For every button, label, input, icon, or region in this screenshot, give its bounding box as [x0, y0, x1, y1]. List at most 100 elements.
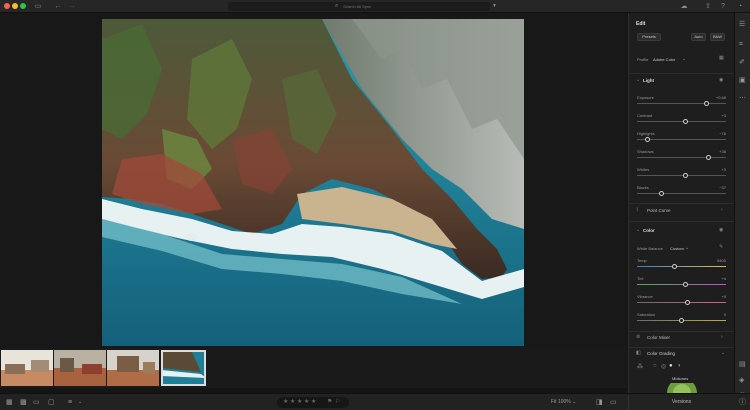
slider-knob[interactable] — [683, 172, 689, 178]
single-view-icon[interactable]: ▢ — [48, 398, 55, 407]
minimize-window-button[interactable] — [12, 3, 18, 9]
slider-track[interactable] — [637, 266, 726, 267]
color-mixer-section[interactable]: Color Mixer — [647, 335, 670, 340]
filter-dropdown-icon[interactable]: ▼ — [492, 2, 497, 11]
section-eye-icon[interactable]: ◉ — [719, 227, 723, 233]
slider-value[interactable]: +38 — [699, 149, 726, 154]
chevron-down-icon[interactable]: ⌄ — [685, 245, 689, 251]
chevron-down-icon[interactable]: ⌄ — [78, 398, 82, 407]
three-way-icon[interactable]: ⁂ — [637, 363, 643, 370]
slider-value[interactable]: +3 — [699, 113, 726, 118]
slider-value[interactable]: 0 — [699, 312, 726, 317]
star-icon[interactable]: ★ — [311, 397, 316, 408]
slider-track[interactable] — [637, 121, 726, 122]
photo-grid-icon[interactable]: ▦ — [6, 398, 13, 407]
color-wheel[interactable] — [667, 383, 697, 393]
slider-knob[interactable] — [685, 299, 691, 305]
auto-button[interactable]: Auto — [691, 33, 706, 41]
star-icon[interactable]: ★ — [304, 397, 309, 408]
slider-knob[interactable] — [683, 118, 689, 124]
profile-dropdown[interactable]: Adobe Color — [653, 57, 675, 62]
healing-brush-icon[interactable]: ✐ — [739, 59, 745, 67]
slider-knob[interactable] — [683, 281, 689, 287]
chevron-down-icon[interactable]: ⌄ — [636, 227, 640, 233]
search-bar[interactable]: ⌕ ▼ — [228, 2, 497, 11]
star-icon[interactable]: ★ — [283, 397, 288, 408]
slider-knob[interactable] — [703, 100, 709, 106]
square-grid-icon[interactable]: ▩ — [20, 398, 27, 407]
section-eye-icon[interactable]: ◉ — [719, 77, 723, 83]
slider-track[interactable] — [637, 302, 726, 303]
slider-track[interactable] — [637, 193, 726, 194]
slider-track[interactable] — [637, 103, 726, 104]
detail-view-icon[interactable]: ▭ — [33, 398, 40, 407]
slider-knob[interactable] — [671, 263, 677, 269]
back-arrow-icon[interactable]: ← — [54, 2, 62, 11]
star-icon[interactable]: ★ — [290, 397, 295, 408]
color-grading-section[interactable]: Color Grading — [647, 351, 675, 356]
white-balance-dropdown[interactable]: Custom — [670, 246, 684, 251]
slider-track[interactable] — [637, 157, 726, 158]
main-photo[interactable] — [102, 19, 524, 346]
close-window-button[interactable] — [4, 3, 10, 9]
notifications-icon[interactable]: ◔ — [736, 2, 744, 11]
sidebar-toggle-icon[interactable]: ▭ — [34, 2, 42, 11]
midtones-wheel-icon[interactable]: ◎ — [661, 363, 666, 370]
more-options-icon[interactable]: ⋯ — [739, 95, 746, 103]
slider-knob[interactable] — [679, 317, 684, 323]
info-icon[interactable]: ⓘ — [739, 398, 746, 407]
reject-flag-icon[interactable]: ⚐ — [335, 397, 340, 408]
chevron-right-icon[interactable]: › — [721, 207, 723, 213]
shadows-wheel-icon[interactable]: ○ — [653, 363, 657, 369]
zoom-control[interactable]: Fit 100% ⌄ — [551, 399, 576, 405]
slider-value[interactable]: +4 — [699, 276, 726, 281]
masking-icon[interactable]: ▣ — [739, 77, 746, 85]
crop-icon[interactable]: ⌗ — [739, 41, 743, 49]
point-curve-section[interactable]: Point Curve — [647, 208, 671, 213]
zoom-window-button[interactable] — [20, 3, 26, 9]
compare-icon[interactable]: ▭ — [610, 398, 617, 407]
filmstrip-thumbnail[interactable] — [1, 350, 53, 386]
star-icon[interactable]: ★ — [297, 397, 302, 408]
filmstrip-thumbnail[interactable] — [54, 350, 106, 386]
flag-icon[interactable]: ⚑ — [327, 397, 332, 408]
sort-icon[interactable]: ≡ — [68, 398, 72, 407]
slider-value[interactable]: −37 — [699, 185, 726, 190]
filmstrip-thumbnail[interactable] — [107, 350, 159, 386]
eyedropper-icon[interactable]: ✎ — [719, 244, 723, 250]
cloud-sync-icon[interactable]: ☁ — [680, 2, 688, 11]
versions-button[interactable]: Versions — [628, 395, 734, 410]
slider-value[interactable]: +0.68 — [699, 95, 726, 100]
bw-button[interactable]: B&W — [710, 33, 725, 41]
photo-canvas[interactable] — [0, 13, 627, 348]
slider-track[interactable] — [637, 284, 726, 285]
global-wheel-icon[interactable]: ◑ — [677, 363, 681, 369]
slider-track[interactable] — [637, 175, 726, 176]
chevron-right-icon[interactable]: › — [721, 334, 723, 340]
star-rating[interactable]: ★ ★ ★ ★ ★ ⚑ ⚐ — [277, 397, 349, 408]
presets-button[interactable]: Presets — [637, 33, 661, 41]
color-section-title[interactable]: Color — [643, 228, 655, 233]
comments-icon[interactable]: ▤ — [739, 361, 746, 369]
slider-knob[interactable] — [705, 154, 711, 160]
slider-value[interactable]: +3 — [699, 167, 726, 172]
search-input[interactable] — [343, 3, 463, 10]
help-icon[interactable]: ? — [719, 2, 727, 11]
edit-sliders-icon[interactable]: ☰ — [739, 21, 745, 29]
slider-value[interactable]: +9 — [699, 294, 726, 299]
profile-browser-icon[interactable]: ▦ — [719, 55, 724, 61]
before-after-icon[interactable]: ◨ — [596, 398, 603, 407]
slider-knob[interactable] — [659, 190, 665, 196]
chevron-down-icon[interactable]: ⌄ — [721, 350, 725, 356]
chevron-down-icon[interactable]: ⌄ — [636, 77, 640, 83]
light-section-title[interactable]: Light — [643, 78, 654, 83]
chevron-down-icon[interactable]: ⌄ — [682, 56, 686, 62]
slider-value[interactable]: −76 — [699, 131, 726, 136]
share-icon[interactable]: ⇧ — [704, 2, 712, 11]
filmstrip-thumbnail-selected[interactable] — [161, 350, 206, 386]
slider-knob[interactable] — [645, 136, 651, 142]
slider-track[interactable] — [637, 139, 726, 140]
forward-arrow-icon[interactable]: → — [68, 2, 76, 11]
highlights-wheel-icon[interactable]: ● — [669, 363, 673, 369]
tag-icon[interactable]: ◈ — [739, 377, 744, 385]
